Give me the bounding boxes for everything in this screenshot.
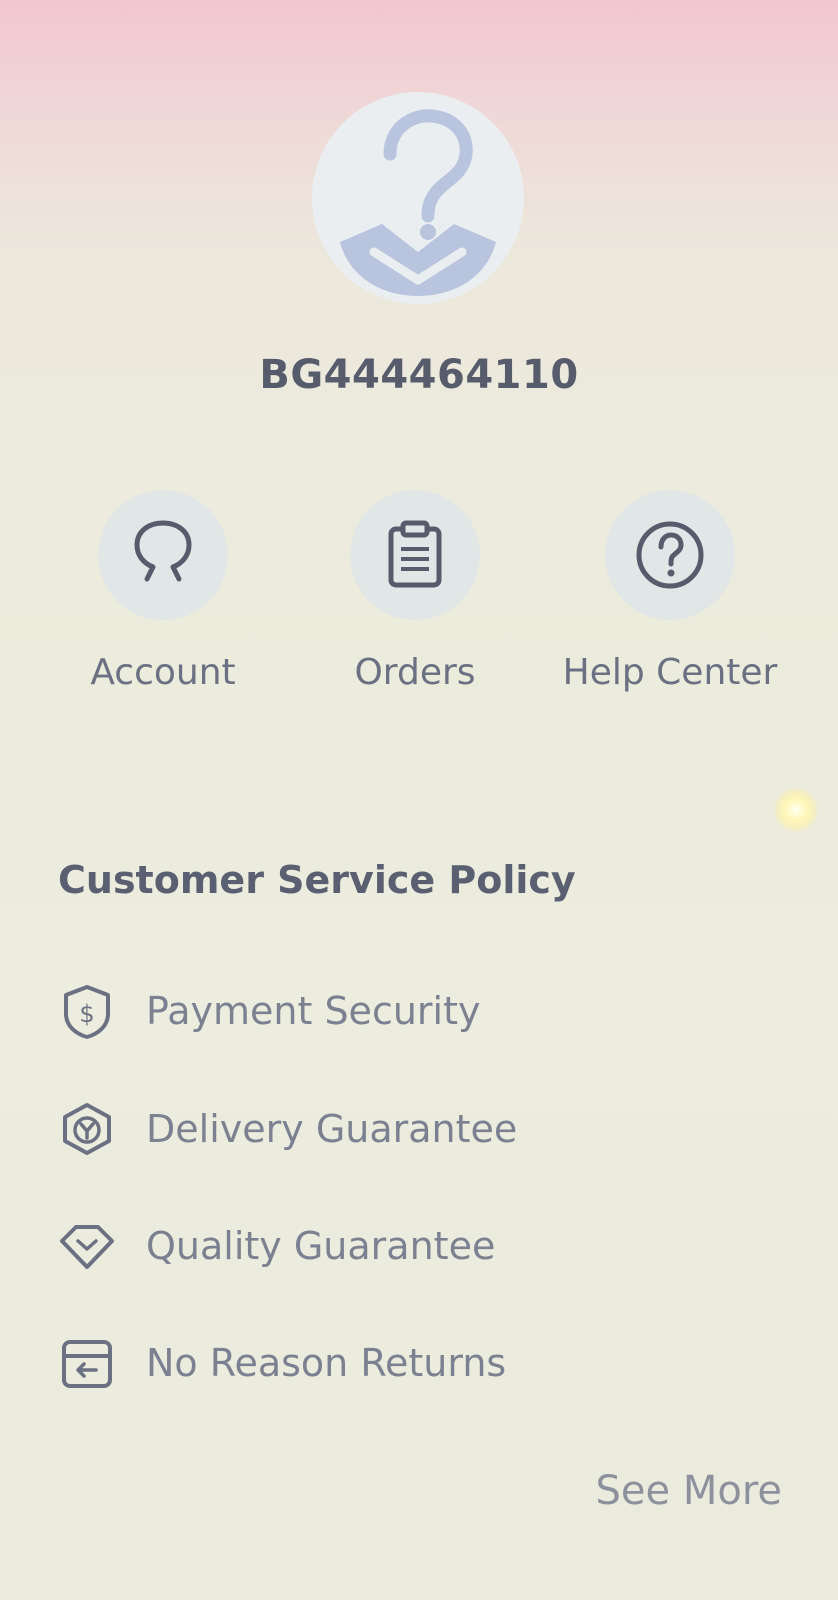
account-icon: [134, 520, 192, 582]
help-center-button[interactable]: Help Center: [540, 490, 800, 720]
diamond-check-icon: [58, 1217, 116, 1275]
policy-item-label: No Reason Returns: [146, 1341, 507, 1385]
profile-screen: BG444464110 Account Orders Help Center C…: [0, 0, 838, 1600]
clipboard-icon: [388, 520, 442, 588]
help-icon-circle: [605, 490, 735, 620]
account-icon-circle: [98, 490, 228, 620]
policy-item-delivery-guarantee[interactable]: Delivery Guarantee: [58, 1094, 618, 1164]
user-id: BG444464110: [259, 352, 579, 398]
account-label: Account: [90, 652, 236, 693]
orders-label: Orders: [354, 652, 476, 693]
help-center-label: Help Center: [562, 652, 778, 693]
shield-dollar-icon: $: [58, 982, 116, 1040]
policy-item-quality-guarantee[interactable]: Quality Guarantee: [58, 1211, 618, 1281]
policy-item-no-reason-returns[interactable]: No Reason Returns: [58, 1328, 618, 1398]
question-mark-avatar-icon: [340, 109, 496, 296]
avatar[interactable]: [312, 92, 524, 304]
policy-item-label: Quality Guarantee: [146, 1224, 496, 1268]
svg-text:$: $: [79, 1000, 94, 1028]
policy-item-payment-security[interactable]: $ Payment Security: [58, 976, 618, 1046]
orders-button[interactable]: Orders: [285, 490, 545, 720]
orders-icon-circle: [350, 490, 480, 620]
question-circle-icon: [636, 521, 704, 589]
see-more-link[interactable]: See More: [596, 1468, 782, 1514]
policy-title: Customer Service Policy: [58, 858, 576, 902]
policy-item-label: Delivery Guarantee: [146, 1107, 518, 1151]
box-check-icon: [58, 1100, 116, 1158]
account-button[interactable]: Account: [33, 490, 293, 720]
policy-item-label: Payment Security: [146, 989, 481, 1033]
return-box-icon: [58, 1334, 116, 1392]
light-glare: [774, 788, 818, 832]
